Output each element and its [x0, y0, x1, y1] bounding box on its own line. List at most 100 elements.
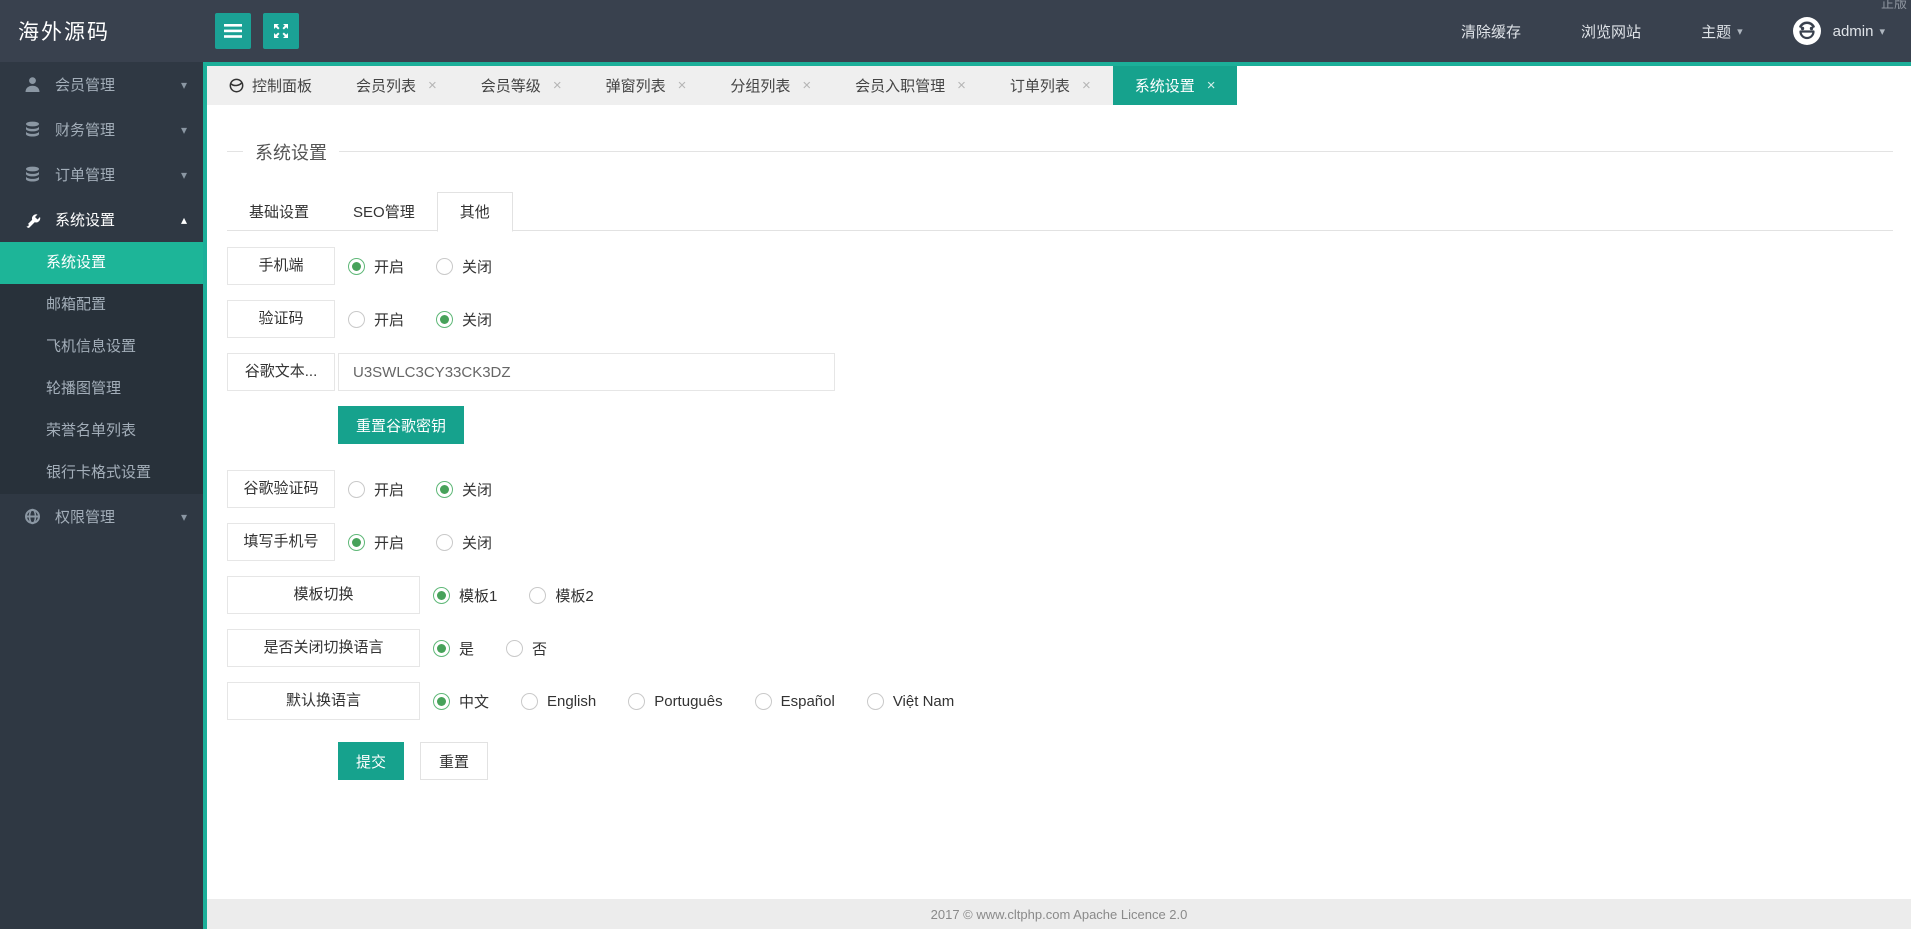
chevron-down-icon: ▾: [1737, 25, 1743, 38]
tab-system-settings[interactable]: 系统设置 ×: [1112, 66, 1238, 105]
close-icon[interactable]: ×: [802, 77, 811, 94]
radio-google-captcha-off[interactable]: 关闭: [436, 479, 492, 500]
radio-lang-switch-yes[interactable]: 是: [433, 638, 474, 659]
field-label: 手机端: [227, 247, 335, 285]
radio-captcha-on[interactable]: 开启: [348, 309, 404, 330]
sidebar-item-members[interactable]: 会员管理 ▾: [0, 62, 203, 107]
google-key-input[interactable]: [338, 353, 835, 391]
sidebar-item-orders[interactable]: 订单管理 ▾: [0, 152, 203, 197]
field-label: 谷歌文本...: [227, 353, 335, 391]
tab-popup-list[interactable]: 弹窗列表 ×: [583, 66, 709, 105]
sidebar-submenu: 系统设置 邮箱配置 飞机信息设置 轮播图管理 荣誉名单列表 银行卡格式设置: [0, 242, 203, 494]
submenu-item-honor-list[interactable]: 荣誉名单列表: [0, 410, 203, 452]
radio-label: 开启: [374, 534, 405, 552]
fullscreen-button[interactable]: [263, 13, 299, 49]
subtab-seo[interactable]: SEO管理: [331, 193, 437, 233]
radio-lang-spanish[interactable]: Español: [754, 692, 835, 710]
chevron-down-icon: ▾: [1879, 25, 1885, 38]
close-icon[interactable]: ×: [678, 77, 687, 94]
radio-icon: [436, 310, 454, 328]
close-icon[interactable]: ×: [1207, 77, 1216, 94]
radio-phone-on[interactable]: 开启: [348, 532, 404, 553]
sidebar-item-system-settings[interactable]: 系统设置 ▴: [0, 197, 203, 242]
user-menu[interactable]: admin ▾: [1773, 15, 1911, 47]
open-tabs-bar: 控制面板 会员列表 × 会员等级 × 弹窗列表 × 分组列表 × 会员入职管理 …: [207, 66, 1911, 105]
hamburger-icon: [224, 24, 242, 38]
radio-icon: [506, 639, 524, 657]
radio-phone-off[interactable]: 关闭: [436, 532, 492, 553]
radio-captcha-off[interactable]: 关闭: [436, 309, 492, 330]
radio-label: 关闭: [462, 534, 493, 552]
close-icon[interactable]: ×: [957, 77, 966, 94]
sidebar-item-finance[interactable]: 财务管理 ▾: [0, 107, 203, 152]
submit-button[interactable]: 提交: [338, 742, 405, 780]
radio-lang-english[interactable]: English: [521, 692, 597, 710]
radio-mobile-off[interactable]: 关闭: [436, 256, 492, 277]
submenu-item-system-settings[interactable]: 系统设置: [0, 242, 203, 284]
radio-lang-portuguese[interactable]: Português: [628, 692, 723, 710]
radio-icon: [433, 586, 450, 604]
sidebar-toggle-button[interactable]: [215, 13, 251, 49]
page-content: 系统设置 基础设置 SEO管理 其他 手机端 开启 关闭 验证码 开启 关闭 谷…: [207, 105, 1911, 899]
radio-icon: [433, 639, 450, 657]
radio-lang-vietnamese[interactable]: Việt Nam: [866, 692, 954, 710]
field-label: 模板切换: [227, 576, 420, 614]
tab-group-list[interactable]: 分组列表 ×: [708, 66, 834, 105]
view-site-link[interactable]: 浏览网站: [1551, 0, 1671, 62]
sidebar-item-permissions[interactable]: 权限管理 ▾: [0, 494, 203, 539]
field-label: 谷歌验证码: [227, 470, 335, 508]
submenu-item-label: 邮箱配置: [46, 296, 107, 313]
chevron-up-icon: ▴: [180, 212, 187, 227]
subtab-label: 其他: [459, 204, 490, 221]
tab-order-list[interactable]: 订单列表 ×: [987, 66, 1113, 105]
radio-google-captcha-on[interactable]: 开启: [348, 479, 404, 500]
close-icon[interactable]: ×: [553, 77, 562, 94]
theme-dropdown[interactable]: 主题 ▾: [1671, 0, 1773, 62]
clear-cache-link[interactable]: 清除缓存: [1431, 0, 1551, 62]
fullscreen-expand-icon: [273, 23, 289, 39]
radio-lang-switch-no[interactable]: 否: [506, 638, 547, 659]
globe-icon: [229, 78, 244, 93]
radio-mobile-on[interactable]: 开启: [348, 256, 404, 277]
subtab-label: 基础设置: [249, 204, 310, 221]
tab-member-list[interactable]: 会员列表 ×: [334, 66, 459, 105]
tab-member-onboarding[interactable]: 会员入职管理 ×: [833, 66, 988, 105]
subtab-basic-settings[interactable]: 基础设置: [227, 193, 331, 233]
field-label: 是否关闭切换语言: [227, 629, 420, 667]
page-title: 系统设置: [243, 139, 339, 165]
radio-template-1[interactable]: 模板1: [433, 585, 497, 606]
subtab-other[interactable]: 其他: [436, 192, 513, 232]
reset-button[interactable]: 重置: [420, 742, 489, 780]
top-navbar: 海外源码 清除缓存 浏览网站 主题 ▾ admin ▾ 正版: [0, 0, 1911, 62]
close-icon[interactable]: ×: [1082, 77, 1091, 94]
submenu-item-bank-card-format[interactable]: 银行卡格式设置: [0, 452, 203, 494]
sidebar-item-label: 财务管理: [55, 122, 116, 139]
radio-icon: [348, 480, 365, 498]
submenu-item-carousel[interactable]: 轮播图管理: [0, 368, 203, 410]
reset-google-key-button[interactable]: 重置谷歌密钥: [338, 406, 465, 444]
submenu-item-mail-config[interactable]: 邮箱配置: [0, 284, 203, 326]
radio-icon: [436, 533, 454, 551]
chevron-down-icon: ▾: [180, 509, 187, 524]
topbar-actions: 清除缓存 浏览网站 主题 ▾ admin ▾: [1431, 0, 1911, 62]
close-icon[interactable]: ×: [428, 77, 437, 94]
tab-label: 控制面板: [252, 78, 313, 95]
field-label: 验证码: [227, 300, 335, 338]
tab-dashboard[interactable]: 控制面板: [207, 66, 335, 105]
field-label: 填写手机号: [227, 523, 335, 561]
form-row-template: 模板切换 模板1 模板2: [227, 576, 1893, 614]
submenu-item-label: 系统设置: [46, 254, 107, 271]
submenu-item-label: 飞机信息设置: [46, 338, 137, 355]
radio-lang-chinese[interactable]: 中文: [433, 691, 489, 712]
sidebar-item-label: 系统设置: [55, 212, 116, 229]
tab-label: 分组列表: [730, 78, 791, 95]
radio-label: 开启: [374, 311, 405, 329]
radio-icon: [436, 257, 454, 275]
page-title-block: 系统设置: [227, 139, 1893, 165]
radio-template-2[interactable]: 模板2: [529, 585, 594, 606]
settings-subtabs: 基础设置 SEO管理 其他: [227, 191, 1893, 233]
submenu-item-telegram-info[interactable]: 飞机信息设置: [0, 326, 203, 368]
radio-icon: [529, 586, 547, 604]
tab-member-level[interactable]: 会员等级 ×: [458, 66, 584, 105]
radio-label: English: [547, 692, 597, 710]
